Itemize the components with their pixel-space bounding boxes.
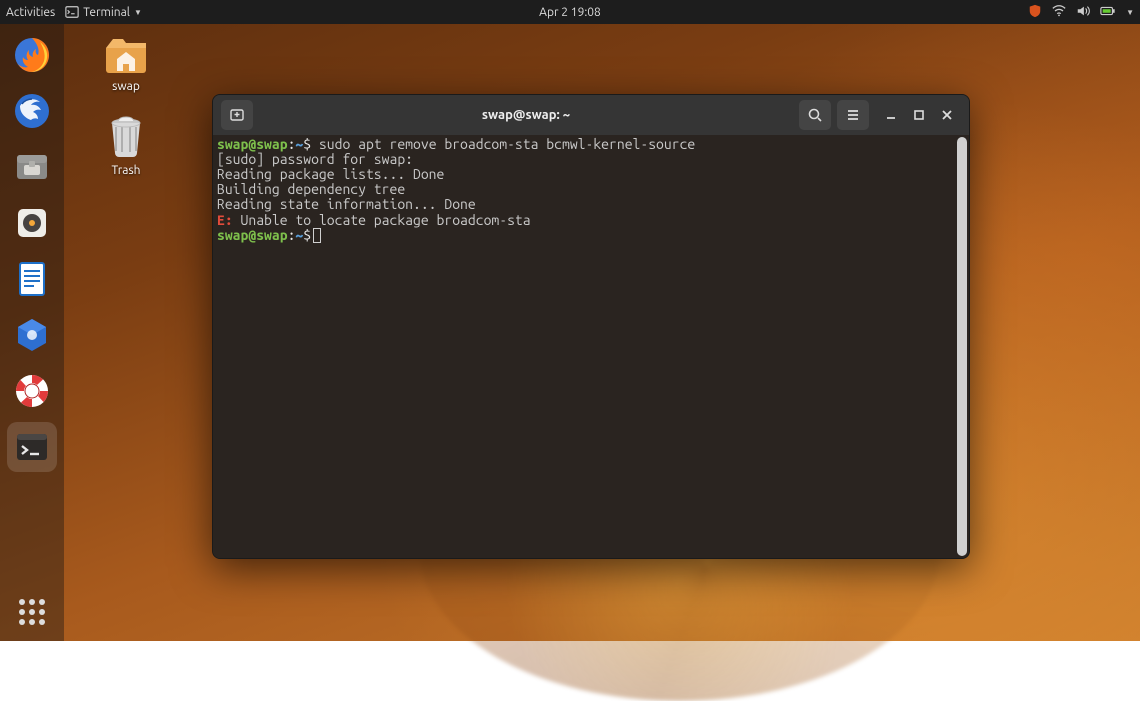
prompt-dollar: $: [303, 227, 311, 243]
prompt-userhost: swap@swap: [217, 136, 288, 152]
volume-icon[interactable]: [1076, 4, 1090, 21]
app-menu-label: Terminal: [83, 6, 130, 19]
dock-item-writer[interactable]: [7, 254, 57, 304]
trash-icon: [103, 114, 149, 160]
show-applications-button[interactable]: [7, 587, 57, 637]
terminal-body[interactable]: swap@swap:~$ sudo apt remove broadcom-st…: [213, 135, 969, 558]
shield-icon[interactable]: [1028, 4, 1042, 21]
terminal-titlebar[interactable]: swap@swap: ~: [213, 95, 969, 135]
search-button[interactable]: [799, 100, 831, 130]
error-message: Unable to locate package broadcom-sta: [233, 212, 531, 228]
new-tab-button[interactable]: [221, 100, 253, 130]
launcher-dock: [0, 24, 64, 641]
dock-item-thunderbird[interactable]: [7, 86, 57, 136]
thunderbird-icon: [12, 91, 52, 131]
cursor-icon: [313, 228, 321, 243]
maximize-icon: [913, 109, 925, 121]
terminal-line: Building dependency tree: [217, 182, 965, 197]
writer-icon: [12, 259, 52, 299]
terminal-dock-icon: [12, 427, 52, 467]
prompt-userhost: swap@swap: [217, 227, 288, 243]
wifi-icon[interactable]: [1052, 4, 1066, 21]
maximize-button[interactable]: [911, 107, 927, 123]
terminal-title: swap@swap: ~: [259, 108, 793, 122]
prompt-dollar: $: [303, 136, 311, 152]
terminal-line: swap@swap:~$ sudo apt remove broadcom-st…: [217, 137, 965, 152]
software-icon: [12, 315, 52, 355]
terminal-line: E: Unable to locate package broadcom-sta: [217, 213, 965, 228]
desktop-icon-trash[interactable]: Trash: [90, 114, 162, 177]
terminal-line: swap@swap:~$: [217, 228, 965, 243]
chevron-down-icon: ▼: [134, 8, 142, 17]
rhythmbox-icon: [12, 203, 52, 243]
command-text: sudo apt remove broadcom-sta bcmwl-kerne…: [311, 136, 695, 152]
menu-button[interactable]: [837, 100, 869, 130]
dock-item-firefox[interactable]: [7, 30, 57, 80]
system-menu-chevron-icon[interactable]: ▼: [1126, 8, 1134, 17]
clock[interactable]: Apr 2 19:08: [539, 6, 601, 19]
desktop-icon-home[interactable]: swap: [90, 30, 162, 93]
folder-home-icon: [103, 30, 149, 76]
terminal-window: swap@swap: ~ swap@swap:~$ sudo apt remov…: [212, 94, 970, 559]
new-tab-icon: [229, 107, 245, 123]
apps-grid-icon: [19, 599, 45, 625]
close-icon: [941, 109, 953, 121]
dock-item-help[interactable]: [7, 366, 57, 416]
desktop-icon-trash-label: Trash: [90, 164, 162, 177]
search-icon: [807, 107, 823, 123]
dock-item-rhythmbox[interactable]: [7, 198, 57, 248]
battery-icon[interactable]: [1100, 4, 1116, 21]
terminal-line: Reading package lists... Done: [217, 167, 965, 182]
close-button[interactable]: [939, 107, 955, 123]
dock-item-terminal[interactable]: [7, 422, 57, 472]
terminal-scrollbar[interactable]: [957, 137, 967, 556]
terminal-menubar-icon: [65, 5, 79, 19]
lifebuoy-icon: [12, 371, 52, 411]
minimize-button[interactable]: [883, 107, 899, 123]
firefox-icon: [12, 35, 52, 75]
files-icon: [12, 147, 52, 187]
dock-item-software[interactable]: [7, 310, 57, 360]
top-bar: Activities Terminal ▼ Apr 2 19:08 ▼: [0, 0, 1140, 24]
terminal-line: Reading state information... Done: [217, 197, 965, 212]
minimize-icon: [885, 109, 897, 121]
hamburger-icon: [845, 107, 861, 123]
error-prefix: E:: [217, 212, 233, 228]
terminal-line: [sudo] password for swap:: [217, 152, 965, 167]
app-menu-button[interactable]: Terminal ▼: [65, 5, 142, 19]
dock-item-files[interactable]: [7, 142, 57, 192]
desktop-icon-home-label: swap: [90, 80, 162, 93]
activities-button[interactable]: Activities: [6, 6, 55, 19]
